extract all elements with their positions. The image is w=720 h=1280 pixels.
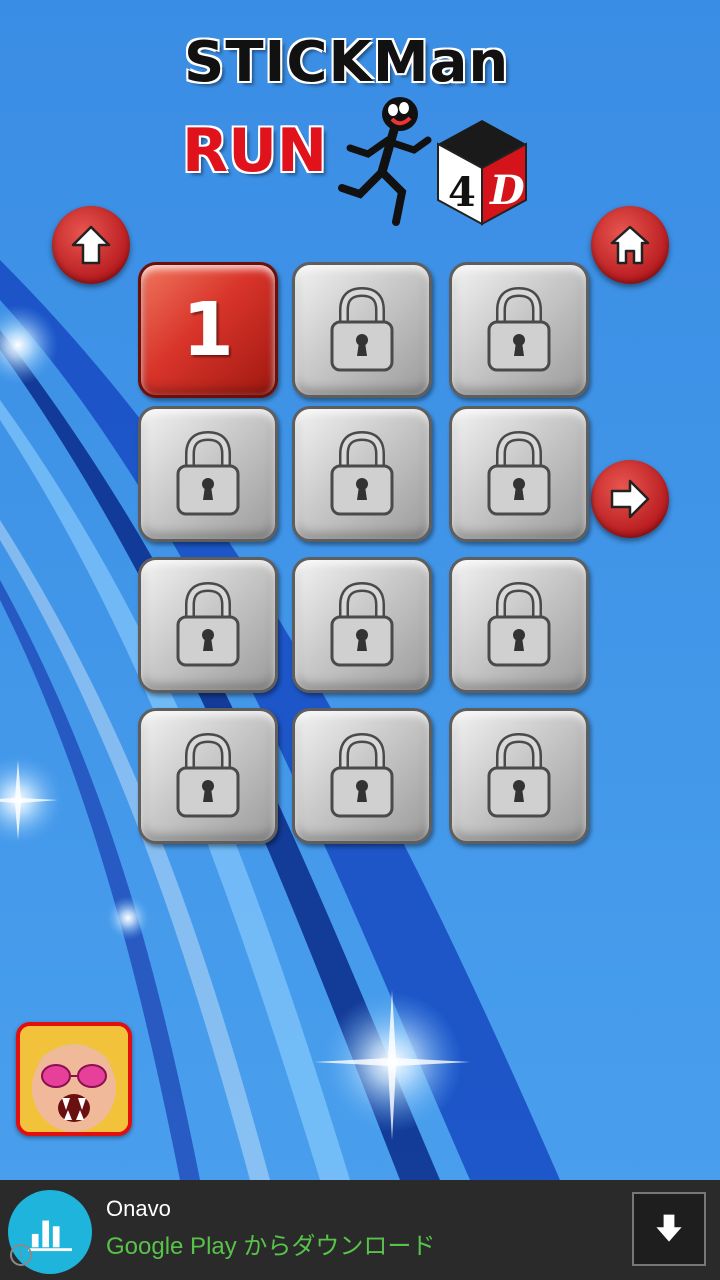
download-arrow-icon	[656, 1214, 682, 1242]
level-tile[interactable]: 1	[138, 262, 278, 398]
lock-icon	[487, 430, 551, 516]
title-run: RUN	[182, 116, 328, 186]
ad-subtitle: Google Play からダウンロード	[106, 1233, 436, 1260]
lock-icon	[487, 286, 551, 372]
cube-logo-icon: 4 D	[437, 120, 527, 226]
baby-face-icon	[20, 1026, 128, 1132]
level-tile-locked[interactable]	[449, 708, 589, 844]
level-tile-locked[interactable]	[292, 708, 432, 844]
level-tile-locked[interactable]	[449, 406, 589, 542]
level-tile-locked[interactable]	[449, 557, 589, 693]
title-stickman: STICKMan	[184, 30, 510, 95]
ad-title: Onavo	[106, 1196, 171, 1221]
next-page-button[interactable]	[591, 460, 669, 538]
level-tile-locked[interactable]	[138, 406, 278, 542]
level-tile-locked[interactable]	[292, 262, 432, 398]
ad-banner[interactable]: Onavo Google Play からダウンロード i	[0, 1180, 720, 1280]
home-icon	[610, 225, 650, 265]
lock-icon	[330, 732, 394, 818]
lock-icon	[487, 581, 551, 667]
game-title: STICKMan RUN 4 D	[180, 30, 540, 230]
home-button[interactable]	[591, 206, 669, 284]
level-tile-locked[interactable]	[138, 708, 278, 844]
ad-info-icon[interactable]: i	[10, 1244, 32, 1266]
ad-download-button[interactable]	[632, 1192, 706, 1266]
lock-icon	[176, 732, 240, 818]
up-button[interactable]	[52, 206, 130, 284]
arrow-up-icon	[71, 225, 111, 265]
lock-icon	[176, 430, 240, 516]
level-tile-locked[interactable]	[138, 557, 278, 693]
cube-four: 4	[448, 169, 476, 216]
lock-icon	[176, 581, 240, 667]
lock-icon	[487, 732, 551, 818]
bar-chart-icon	[28, 1220, 72, 1252]
arrow-right-icon	[610, 479, 650, 519]
lock-icon	[330, 430, 394, 516]
promo-app-icon[interactable]	[16, 1022, 132, 1136]
cube-d: D	[489, 167, 525, 214]
lock-icon	[330, 581, 394, 667]
level-number: 1	[182, 287, 234, 373]
level-tile-locked[interactable]	[292, 557, 432, 693]
level-tile-locked[interactable]	[292, 406, 432, 542]
stickman-logo-icon	[338, 97, 432, 226]
level-tile-locked[interactable]	[449, 262, 589, 398]
lock-icon	[330, 286, 394, 372]
